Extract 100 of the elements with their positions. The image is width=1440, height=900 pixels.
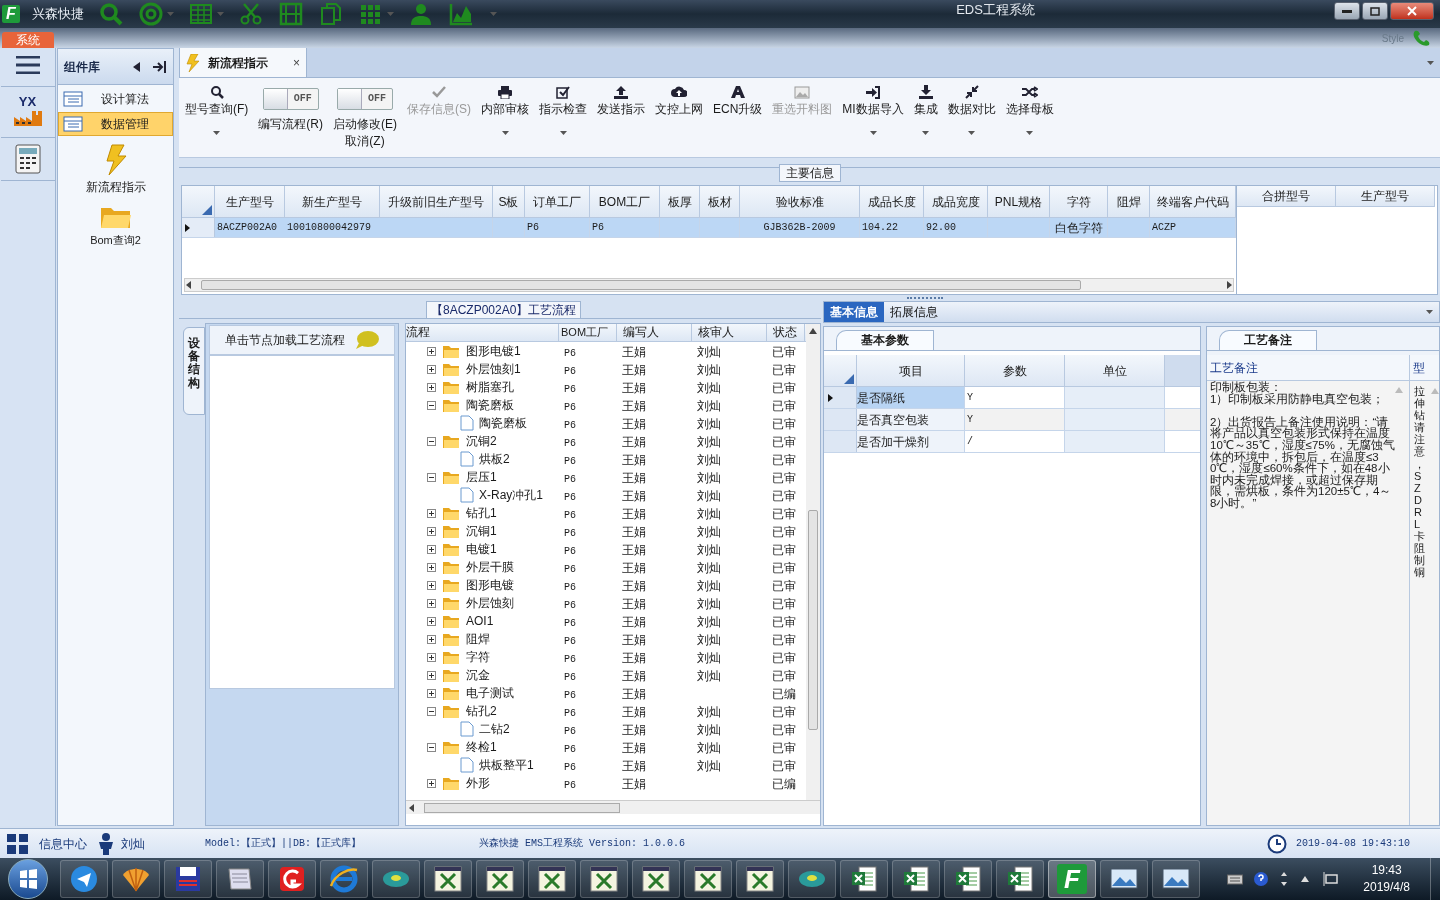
- window-app-icon[interactable]: [632, 860, 680, 898]
- select-all-icon[interactable]: [202, 205, 212, 215]
- column-header[interactable]: 成品长度: [860, 186, 924, 217]
- shell-icon[interactable]: [112, 860, 160, 898]
- toggle-switch[interactable]: OFF: [337, 88, 393, 110]
- dropdown-caret-icon[interactable]: [922, 131, 930, 135]
- maximize-button[interactable]: [1362, 2, 1388, 20]
- swirl-app-icon[interactable]: [268, 860, 316, 898]
- table-row[interactable]: 是否加干燥剂 /: [824, 431, 1200, 453]
- column-header[interactable]: 状态: [767, 324, 805, 341]
- dropdown-caret-icon[interactable]: [1026, 131, 1034, 135]
- tree-node-label[interactable]: 外层蚀刻1: [466, 360, 521, 378]
- tree-node-label[interactable]: 外形: [466, 774, 490, 792]
- scroll-right-icon[interactable]: [1225, 281, 1233, 289]
- info-center-link[interactable]: 信息中心: [39, 834, 87, 853]
- dropdown-caret-icon[interactable]: [501, 131, 509, 135]
- collapse-icon[interactable]: [427, 706, 436, 716]
- expand-icon[interactable]: [427, 508, 436, 518]
- expand-icon[interactable]: [427, 652, 436, 662]
- expand-icon[interactable]: [427, 598, 436, 608]
- expand-icon[interactable]: [427, 580, 436, 590]
- tree-node-label[interactable]: 烘板整平1: [479, 756, 534, 774]
- table-row[interactable]: 是否隔纸 Y: [824, 387, 1200, 409]
- tree-node-label[interactable]: 外层干膜: [466, 558, 514, 576]
- window-app-icon[interactable]: [684, 860, 732, 898]
- window-app-icon[interactable]: [580, 860, 628, 898]
- close-button[interactable]: [1390, 2, 1434, 20]
- tree-node-label[interactable]: 陶瓷磨板: [479, 414, 527, 432]
- start-button[interactable]: [8, 859, 48, 899]
- column-header[interactable]: 新生产型号: [285, 186, 380, 217]
- info-tab[interactable]: 拓展信息: [884, 302, 944, 322]
- table-row[interactable]: 是否真空包装 Y: [824, 409, 1200, 431]
- tree-node-label[interactable]: 图形电镀1: [466, 342, 521, 360]
- row-header[interactable]: [824, 387, 857, 408]
- tree-node-label[interactable]: 沉铜1: [466, 522, 497, 540]
- collapse-icon[interactable]: [427, 400, 436, 410]
- tree-node-label[interactable]: 二钻2: [479, 720, 510, 738]
- column-header[interactable]: 工艺备注: [1207, 355, 1410, 380]
- column-header[interactable]: S板: [493, 186, 525, 217]
- collapse-icon[interactable]: [427, 472, 436, 482]
- window-app-icon[interactable]: [424, 860, 472, 898]
- tray-arrows-icon[interactable]: [1279, 871, 1290, 887]
- toolbar-button[interactable]: 内部审核: [477, 78, 533, 135]
- tree-node-label[interactable]: 沉金: [466, 666, 490, 684]
- toolbar-button[interactable]: 型号查询(F): [181, 78, 253, 135]
- column-header[interactable]: 订单工厂: [525, 186, 590, 217]
- toolbar-button[interactable]: 发送指示: [593, 78, 649, 118]
- toggle-switch[interactable]: OFF: [262, 88, 319, 110]
- collapse-icon[interactable]: [427, 742, 436, 752]
- window-app-icon[interactable]: [736, 860, 784, 898]
- sidebar-item[interactable]: 数据管理: [58, 112, 173, 136]
- spreadsheet-icon[interactable]: [944, 860, 992, 898]
- clock-date[interactable]: 2019/4/8: [1363, 879, 1410, 896]
- column-header[interactable]: 参数: [965, 355, 1065, 386]
- factory-logo[interactable]: YX: [10, 95, 45, 129]
- column-header[interactable]: 生产型号: [1336, 186, 1435, 206]
- tree-node-label[interactable]: 图形电镀: [466, 576, 514, 594]
- tree-node-label[interactable]: 终检1: [466, 738, 497, 756]
- help-icon[interactable]: [1253, 871, 1270, 887]
- expand-icon[interactable]: [427, 688, 436, 698]
- scroll-left-icon[interactable]: [185, 281, 193, 289]
- dropdown-caret-icon[interactable]: [869, 131, 877, 135]
- column-header[interactable]: 终端客户代码: [1150, 186, 1236, 217]
- toolbar-button[interactable]: 数据对比: [943, 78, 1000, 135]
- tree-node-label[interactable]: 树脂塞孔: [466, 378, 514, 396]
- screen-icon[interactable]: [1152, 860, 1200, 898]
- tree-node-label[interactable]: 字符: [466, 648, 490, 666]
- window-app-icon[interactable]: [528, 860, 576, 898]
- tree-node-label[interactable]: 沉铜2: [466, 432, 497, 450]
- scroll-up-icon[interactable]: [809, 328, 817, 334]
- info-tab[interactable]: 基本信息: [824, 302, 884, 322]
- expand-icon[interactable]: [427, 526, 436, 536]
- screen-icon[interactable]: [1100, 860, 1148, 898]
- panel-tab[interactable]: 基本参数: [836, 330, 934, 350]
- scroll-left-icon[interactable]: [408, 803, 416, 812]
- tree-node-label[interactable]: 外层蚀刻: [466, 594, 514, 612]
- document-tab[interactable]: 新流程指示 ×: [179, 47, 307, 77]
- horizontal-scrollbar[interactable]: [184, 278, 1234, 292]
- select-all-icon[interactable]: [844, 374, 854, 384]
- lifebuoy-icon[interactable]: [138, 2, 164, 26]
- film-icon[interactable]: [278, 2, 304, 26]
- column-header[interactable]: 流程: [406, 324, 559, 341]
- column-header[interactable]: 型: [1410, 355, 1439, 380]
- search-icon[interactable]: [98, 2, 124, 26]
- network-icon[interactable]: [1323, 872, 1340, 886]
- column-header[interactable]: 字符: [1050, 186, 1108, 217]
- dropdown-caret-icon[interactable]: [968, 131, 976, 135]
- vertical-scrollbar[interactable]: [806, 324, 820, 800]
- tree-node-label[interactable]: AOI1: [466, 612, 494, 630]
- expand-icon[interactable]: [427, 634, 436, 644]
- tree-node-label[interactable]: 阻焊: [466, 630, 490, 648]
- expand-icon[interactable]: [427, 382, 436, 392]
- column-header[interactable]: 合拼型号: [1237, 186, 1336, 206]
- column-header[interactable]: 项目: [857, 355, 965, 386]
- disc-app-icon[interactable]: [372, 860, 420, 898]
- tree-node-label[interactable]: 钻孔1: [466, 504, 497, 522]
- minimize-button[interactable]: [1334, 2, 1360, 20]
- pin-icon[interactable]: [153, 60, 167, 73]
- dropdown-caret-icon[interactable]: [559, 131, 567, 135]
- collapse-icon[interactable]: [427, 436, 436, 446]
